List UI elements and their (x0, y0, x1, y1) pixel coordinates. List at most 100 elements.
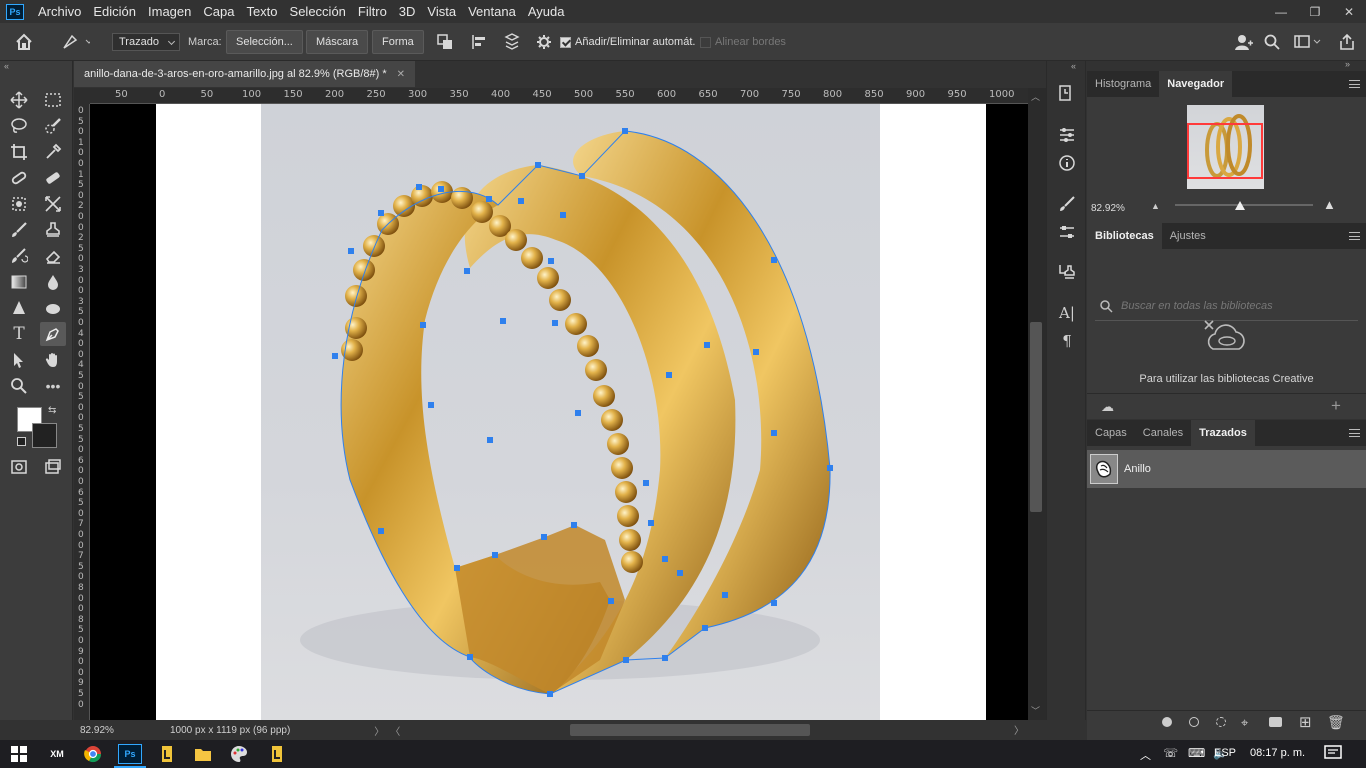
zoom-out-icon[interactable]: ▲ (1151, 201, 1160, 211)
tab-capas[interactable]: Capas (1087, 420, 1135, 446)
panel-menu-icon[interactable] (1349, 429, 1360, 437)
tab-ajustes[interactable]: Ajustes (1162, 223, 1214, 249)
transform-tool-icon[interactable] (40, 192, 66, 216)
pen-tool-icon[interactable] (40, 322, 66, 346)
ruler-origin[interactable] (74, 88, 90, 104)
menu-archivo[interactable]: Archivo (32, 0, 87, 23)
menu-edicion[interactable]: Edición (87, 0, 142, 23)
tray-chevron-icon[interactable]: ︿ (1140, 747, 1151, 763)
add-mask-icon[interactable] (1269, 717, 1282, 727)
document-info[interactable]: 1000 px x 1119 px (96 ppp) (170, 725, 290, 736)
collapse-toolbar-icon[interactable]: « (4, 61, 9, 71)
tab-navegador[interactable]: Navegador (1159, 71, 1233, 97)
horizontal-scroll-thumb[interactable] (570, 724, 810, 736)
menu-texto[interactable]: Texto (240, 0, 283, 23)
path-item[interactable]: Anillo (1087, 450, 1366, 488)
default-colors-icon[interactable] (17, 437, 26, 446)
menu-imagen[interactable]: Imagen (142, 0, 197, 23)
status-expand-icon[interactable]: 〉 (374, 723, 384, 738)
zoom-in-icon[interactable]: ▲ (1323, 197, 1336, 212)
delete-path-icon[interactable]: 🗑 (1327, 714, 1345, 731)
search-icon[interactable] (1264, 30, 1280, 54)
scroll-up-icon[interactable]: ︿ (1031, 90, 1040, 103)
panel-menu-icon[interactable] (1349, 80, 1360, 88)
info-icon[interactable] (1056, 152, 1078, 174)
blur-tool-icon[interactable] (40, 270, 66, 294)
paragraph-icon[interactable]: ¶ (1056, 330, 1078, 352)
align-edges-checkbox[interactable]: Alinear bordes (700, 30, 786, 54)
tab-canales[interactable]: Canales (1135, 420, 1191, 446)
menu-filtro[interactable]: Filtro (352, 0, 393, 23)
keyboard-icon[interactable]: ⌨ (1188, 746, 1205, 760)
swap-colors-icon[interactable]: ⇆ (48, 405, 56, 416)
path-arrangement-icon[interactable] (502, 30, 522, 54)
add-library-icon[interactable]: + (1331, 396, 1341, 416)
gear-icon[interactable] (536, 30, 552, 54)
share-user-icon[interactable] (1234, 30, 1254, 54)
history-icon[interactable] (1056, 82, 1078, 104)
document-tab[interactable]: anillo-dana-de-3-aros-en-oro-amarillo.jp… (74, 61, 416, 87)
workspace-icon[interactable] (1294, 30, 1322, 54)
background-color-swatch[interactable] (32, 423, 57, 448)
dodge-tool-icon[interactable] (6, 296, 32, 320)
fill-path-icon[interactable] (1162, 717, 1172, 727)
cloud-sync-icon[interactable]: ☁ (1101, 399, 1114, 415)
selection-button[interactable]: Selección... (226, 30, 303, 54)
marquee-tool-icon[interactable] (40, 88, 66, 112)
brushes-icon[interactable] (1056, 193, 1078, 215)
mask-button[interactable]: Máscara (306, 30, 369, 54)
chrome-icon[interactable] (82, 744, 104, 764)
crop-tool-icon[interactable] (6, 140, 32, 164)
clone-source-icon[interactable] (1056, 261, 1078, 283)
photoshop-taskbar-icon[interactable]: Ps (118, 744, 142, 764)
collapse-panels-icon[interactable]: « (1071, 61, 1076, 71)
brush-settings-icon[interactable] (1056, 221, 1078, 243)
move-tool-icon[interactable] (6, 88, 32, 112)
vertical-scroll-thumb[interactable] (1030, 322, 1042, 512)
mode-select[interactable]: Trazado (112, 33, 180, 51)
zoom-tool-icon[interactable] (6, 374, 32, 398)
scroll-right-icon[interactable]: 〉 (1014, 722, 1024, 737)
path-alignment-icon[interactable] (470, 30, 488, 54)
eraser-tool-icon[interactable] (40, 244, 66, 268)
brush-tool-icon[interactable] (6, 218, 32, 242)
eyedropper-tool-icon[interactable] (40, 140, 66, 164)
windows-start-icon[interactable] (8, 744, 30, 764)
pen-tool-preset-icon[interactable] (60, 30, 90, 54)
app-icon-yellow-2[interactable] (266, 744, 288, 764)
share-icon[interactable] (1338, 30, 1356, 54)
more-tools-icon[interactable]: ••• (40, 374, 66, 398)
menu-ayuda[interactable]: Ayuda (522, 0, 571, 23)
quick-mask-icon[interactable] (6, 455, 32, 479)
clock[interactable]: 08:17 p. m. (1250, 747, 1305, 759)
app-icon-yellow[interactable] (156, 744, 178, 764)
menu-seleccion[interactable]: Selección (284, 0, 352, 23)
horizontal-ruler[interactable]: 50 0 50 100 150 200 250 300 350 400 450 500 550 600 65… (90, 88, 1028, 104)
panel-menu-icon[interactable] (1349, 232, 1360, 240)
gradient-tool-icon[interactable] (6, 270, 32, 294)
zoom-slider-handle[interactable] (1235, 201, 1245, 210)
menu-ventana[interactable]: Ventana (462, 0, 522, 23)
navigator-view-box[interactable] (1187, 123, 1263, 179)
character-icon[interactable]: A| (1056, 302, 1078, 324)
path-selection-tool-icon[interactable] (6, 348, 32, 372)
scroll-down-icon[interactable]: ﹀ (1031, 704, 1040, 717)
network-icon[interactable]: ☏ (1163, 746, 1178, 760)
collapse-dock-icon[interactable]: » (1345, 59, 1350, 69)
content-aware-move-icon[interactable] (6, 192, 32, 216)
hand-tool-icon[interactable] (40, 348, 66, 372)
tab-bibliotecas[interactable]: Bibliotecas (1087, 223, 1162, 249)
auto-add-delete-checkbox[interactable]: Añadir/Eliminar automát. (560, 30, 695, 54)
path-operations-icon[interactable] (436, 30, 454, 54)
close-button[interactable]: ✕ (1332, 0, 1366, 23)
make-work-path-icon[interactable]: ⌖ (1241, 715, 1248, 731)
navigator-zoom-value[interactable]: 82.92% (1091, 203, 1125, 214)
close-tab-icon[interactable]: ✕ (397, 69, 405, 80)
history-brush-tool-icon[interactable] (6, 244, 32, 268)
screen-mode-icon[interactable] (40, 455, 66, 479)
minimize-button[interactable]: — (1264, 0, 1298, 23)
new-path-icon[interactable]: ⊞ (1299, 713, 1312, 731)
language-indicator[interactable]: ESP (1214, 747, 1236, 759)
menu-capa[interactable]: Capa (197, 0, 240, 23)
zoom-level[interactable]: 82.92% (80, 725, 150, 736)
